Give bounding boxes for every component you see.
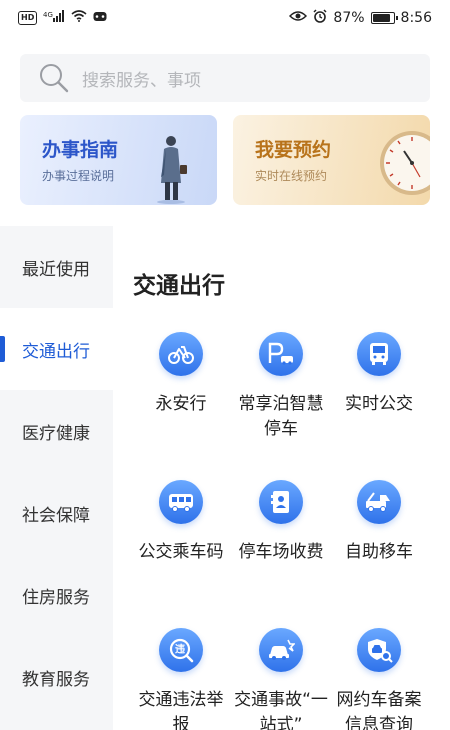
sidebar-item-label: 最近使用 bbox=[22, 259, 90, 280]
hd-badge: HD bbox=[18, 10, 38, 25]
businessman-illustration bbox=[157, 136, 187, 204]
status-left: HD 4G bbox=[18, 10, 107, 25]
active-indicator bbox=[0, 336, 5, 362]
clock-time: 8:56 bbox=[400, 10, 432, 26]
appointment-banner-subtitle: 实时在线预约 bbox=[255, 169, 328, 183]
car-accident-icon bbox=[259, 628, 303, 672]
guide-banner-title: 办事指南 bbox=[42, 139, 119, 161]
parking-icon bbox=[259, 332, 303, 376]
service-self-move-car[interactable]: 自助移车 bbox=[330, 480, 428, 565]
service-label: 交通事故“一站式” bbox=[234, 690, 328, 730]
service-label: 永安行 bbox=[155, 394, 207, 414]
search-input[interactable]: 搜索服务、事项 bbox=[82, 66, 201, 91]
appointment-banner-title: 我要预约 bbox=[255, 139, 332, 161]
service-realtime-bus[interactable]: 实时公交 bbox=[330, 332, 428, 417]
battery-icon bbox=[370, 12, 398, 24]
status-right: 87% 8:56 bbox=[289, 9, 432, 27]
appointment-banner[interactable]: 我要预约 实时在线预约 bbox=[233, 115, 430, 205]
sidebar-item-label: 交通出行 bbox=[22, 341, 90, 362]
service-smart-parking[interactable]: 常享泊智慧停车 bbox=[232, 332, 330, 442]
service-parking-fee[interactable]: 停车场收费 bbox=[232, 480, 330, 565]
service-yonganxing[interactable]: 永安行 bbox=[132, 332, 230, 417]
search-icon bbox=[40, 64, 69, 93]
clock-illustration bbox=[380, 131, 430, 195]
sidebar-item-label: 医疗健康 bbox=[22, 423, 90, 444]
search-bar[interactable]: 搜索服务、事项 bbox=[20, 54, 430, 102]
eye-comfort-icon bbox=[289, 10, 308, 26]
sidebar-item-education[interactable]: 教育服务 bbox=[0, 636, 113, 718]
alarm-icon bbox=[313, 9, 327, 27]
category-sidebar: 最近使用 交通出行 医疗健康 社会保障 住房服务 教育服务 bbox=[0, 226, 113, 730]
bicycle-icon bbox=[159, 332, 203, 376]
service-label: 网约车备案信息查询 bbox=[336, 690, 422, 730]
sidebar-item-social-security[interactable]: 社会保障 bbox=[0, 472, 113, 554]
sidebar-item-recent[interactable]: 最近使用 bbox=[0, 226, 113, 308]
guide-banner[interactable]: 办事指南 办事过程说明 bbox=[20, 115, 217, 205]
service-label: 停车场收费 bbox=[238, 542, 324, 562]
bus-front-icon bbox=[357, 332, 401, 376]
sidebar-item-health[interactable]: 医疗健康 bbox=[0, 390, 113, 472]
service-ride-hailing-query[interactable]: 网约车备案信息查询 bbox=[330, 628, 428, 730]
service-label: 公交乘车码 bbox=[138, 542, 224, 562]
svg-text:违: 违 bbox=[175, 643, 185, 656]
game-app-icon bbox=[93, 10, 107, 25]
battery-percent: 87% bbox=[333, 10, 365, 26]
parking-fee-icon bbox=[259, 480, 303, 524]
guide-banner-subtitle: 办事过程说明 bbox=[42, 169, 115, 183]
svg-text:4G: 4G bbox=[43, 11, 53, 19]
service-label: 交通违法举报 bbox=[138, 690, 224, 730]
wifi-icon bbox=[71, 10, 87, 25]
app-screen: HD 4G 87% 8:56 搜索服务、事项 办事指南 办事过程说明 我要预约 … bbox=[0, 0, 450, 730]
battery-level bbox=[372, 14, 390, 22]
section-title: 交通出行 bbox=[133, 273, 225, 299]
violation-report-icon: 违 bbox=[159, 628, 203, 672]
service-label: 自助移车 bbox=[345, 542, 413, 562]
sidebar-item-label: 社会保障 bbox=[22, 505, 90, 526]
tow-truck-icon bbox=[357, 480, 401, 524]
service-label: 常享泊智慧停车 bbox=[238, 394, 324, 439]
service-accident-one-stop[interactable]: 交通事故“一站式” bbox=[232, 628, 330, 730]
service-bus-pass-code[interactable]: 公交乘车码 bbox=[132, 480, 230, 565]
status-bar: HD 4G 87% 8:56 bbox=[0, 0, 450, 40]
sidebar-item-traffic[interactable]: 交通出行 bbox=[0, 308, 113, 390]
signal-icon: 4G bbox=[43, 10, 65, 25]
sidebar-item-label: 住房服务 bbox=[22, 587, 90, 608]
bus-side-icon bbox=[159, 480, 203, 524]
sidebar-item-label: 教育服务 bbox=[22, 669, 90, 690]
service-label: 实时公交 bbox=[345, 394, 413, 414]
sidebar-item-housing[interactable]: 住房服务 bbox=[0, 554, 113, 636]
service-violation-report[interactable]: 违 交通违法举报 bbox=[132, 628, 230, 730]
ride-hailing-icon bbox=[357, 628, 401, 672]
